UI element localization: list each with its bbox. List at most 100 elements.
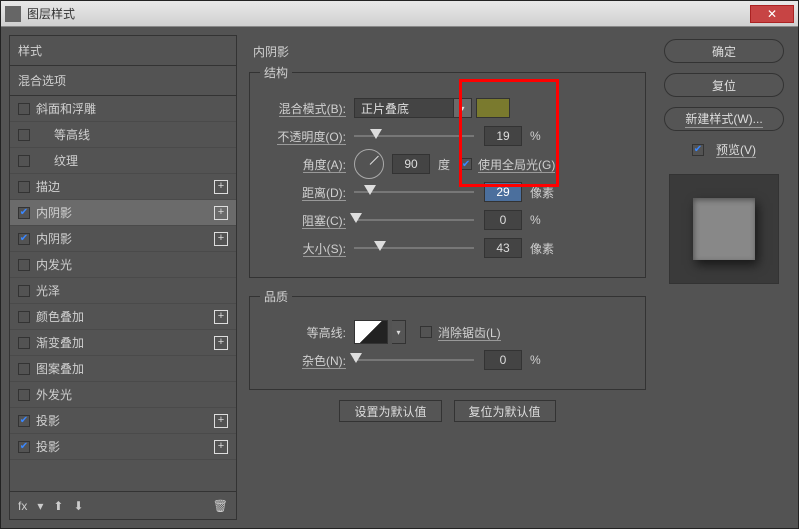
choke-unit: % — [530, 213, 541, 227]
style-checkbox[interactable] — [18, 337, 30, 349]
add-effect-icon[interactable]: + — [214, 232, 228, 246]
distance-input[interactable]: 29 — [484, 182, 522, 202]
contour-picker[interactable] — [354, 320, 388, 344]
size-slider[interactable] — [354, 238, 474, 258]
reset-default-button[interactable]: 复位为默认值 — [454, 400, 556, 422]
chevron-down-icon[interactable]: ▾ — [37, 499, 43, 513]
style-item-label: 内发光 — [36, 256, 72, 273]
add-effect-icon[interactable]: + — [214, 414, 228, 428]
style-checkbox[interactable] — [18, 207, 30, 219]
distance-slider[interactable] — [354, 182, 474, 202]
style-item[interactable]: 内阴影+ — [10, 226, 236, 252]
style-item[interactable]: 颜色叠加 + — [10, 304, 236, 330]
size-row: 大小(S): 43 像素 — [260, 237, 635, 259]
style-checkbox[interactable] — [18, 415, 30, 427]
contour-label: 等高线: — [260, 324, 346, 341]
style-item[interactable]: 光泽 — [10, 278, 236, 304]
style-checkbox[interactable] — [18, 103, 30, 115]
opacity-unit: % — [530, 129, 541, 143]
style-item-label: 描边 — [36, 178, 60, 195]
blending-options[interactable]: 混合选项 — [10, 66, 236, 96]
style-checkbox[interactable] — [18, 233, 30, 245]
cancel-button[interactable]: 复位 — [664, 73, 784, 97]
chevron-down-icon[interactable]: ▾ — [454, 98, 472, 118]
add-effect-icon[interactable]: + — [214, 440, 228, 454]
style-item[interactable]: 内阴影+ — [10, 200, 236, 226]
size-label: 大小(S): — [260, 240, 346, 257]
style-checkbox[interactable] — [18, 285, 30, 297]
preview-box — [669, 174, 779, 284]
antialias-checkbox[interactable] — [420, 326, 432, 338]
panel-title: 内阴影 — [253, 43, 646, 60]
style-item[interactable]: 投影 + — [10, 434, 236, 460]
global-light-checkbox[interactable] — [460, 158, 472, 170]
opacity-label: 不透明度(O): — [260, 128, 346, 145]
add-effect-icon[interactable]: + — [214, 310, 228, 324]
opacity-input[interactable]: 19 — [484, 126, 522, 146]
quality-group: 品质 等高线: ▾ 消除锯齿(L) 杂色(N): 0 % — [249, 288, 646, 390]
add-effect-icon[interactable]: + — [214, 336, 228, 350]
trash-icon[interactable]: 🗑 — [213, 499, 228, 513]
preview-label: 预览(V) — [716, 141, 756, 158]
structure-group: 结构 混合模式(B): 正片叠底 ▾ 不透明度(O): 19 % 角度(A): — [249, 64, 646, 278]
blend-mode-select[interactable]: 正片叠底 — [354, 98, 454, 118]
size-unit: 像素 — [530, 240, 554, 257]
fx-menu[interactable]: fx — [18, 499, 27, 513]
preview-toggle[interactable]: 预览(V) — [692, 141, 756, 158]
style-item[interactable]: 纹理 — [10, 148, 236, 174]
chevron-down-icon[interactable]: ▾ — [392, 320, 406, 344]
ok-button[interactable]: 确定 — [664, 39, 784, 63]
new-style-button[interactable]: 新建样式(W)... — [664, 107, 784, 131]
style-item[interactable]: 渐变叠加 + — [10, 330, 236, 356]
add-effect-icon[interactable]: + — [214, 180, 228, 194]
actions-column: 确定 复位 新建样式(W)... 预览(V) — [658, 35, 790, 520]
angle-dial[interactable] — [354, 149, 384, 179]
noise-input[interactable]: 0 — [484, 350, 522, 370]
styles-header: 样式 — [10, 36, 236, 66]
angle-input[interactable]: 90 — [392, 154, 430, 174]
make-default-button[interactable]: 设置为默认值 — [339, 400, 441, 422]
style-checkbox[interactable] — [18, 181, 30, 193]
titlebar[interactable]: 图层样式 ✕ — [1, 1, 798, 27]
preview-checkbox[interactable] — [692, 144, 704, 156]
style-checkbox[interactable] — [18, 311, 30, 323]
choke-input[interactable]: 0 — [484, 210, 522, 230]
settings-column: 内阴影 结构 混合模式(B): 正片叠底 ▾ 不透明度(O): 19 % 角度(… — [247, 35, 648, 520]
style-item-label: 斜面和浮雕 — [36, 100, 96, 117]
move-up-icon[interactable]: ⬆ — [53, 499, 63, 513]
style-item[interactable]: 外发光 — [10, 382, 236, 408]
style-checkbox[interactable] — [18, 363, 30, 375]
distance-row: 距离(D): 29 像素 — [260, 181, 635, 203]
color-swatch[interactable] — [476, 98, 510, 118]
blend-mode-label: 混合模式(B): — [260, 100, 346, 117]
style-item-label: 颜色叠加 — [36, 308, 84, 325]
blend-mode-row: 混合模式(B): 正片叠底 ▾ — [260, 97, 635, 119]
style-item[interactable]: 图案叠加 — [10, 356, 236, 382]
style-checkbox[interactable] — [18, 155, 30, 167]
opacity-row: 不透明度(O): 19 % — [260, 125, 635, 147]
style-item[interactable]: 内发光 — [10, 252, 236, 278]
style-item[interactable]: 投影+ — [10, 408, 236, 434]
style-checkbox[interactable] — [18, 129, 30, 141]
style-checkbox[interactable] — [18, 389, 30, 401]
size-input[interactable]: 43 — [484, 238, 522, 258]
move-down-icon[interactable]: ⬇ — [73, 499, 83, 513]
close-button[interactable]: ✕ — [750, 5, 794, 23]
choke-row: 阻塞(C): 0 % — [260, 209, 635, 231]
choke-label: 阻塞(C): — [260, 212, 346, 229]
style-item[interactable]: 斜面和浮雕 — [10, 96, 236, 122]
style-item-label: 投影 — [36, 438, 60, 455]
style-checkbox[interactable] — [18, 259, 30, 271]
noise-unit: % — [530, 353, 541, 367]
choke-slider[interactable] — [354, 210, 474, 230]
style-item-label: 等高线 — [54, 126, 90, 143]
style-item-label: 渐变叠加 — [36, 334, 84, 351]
app-icon — [5, 6, 21, 22]
opacity-slider[interactable] — [354, 126, 474, 146]
style-item-label: 纹理 — [54, 152, 78, 169]
add-effect-icon[interactable]: + — [214, 206, 228, 220]
style-item[interactable]: 描边 + — [10, 174, 236, 200]
style-checkbox[interactable] — [18, 441, 30, 453]
noise-slider[interactable] — [354, 350, 474, 370]
style-item[interactable]: 等高线 — [10, 122, 236, 148]
